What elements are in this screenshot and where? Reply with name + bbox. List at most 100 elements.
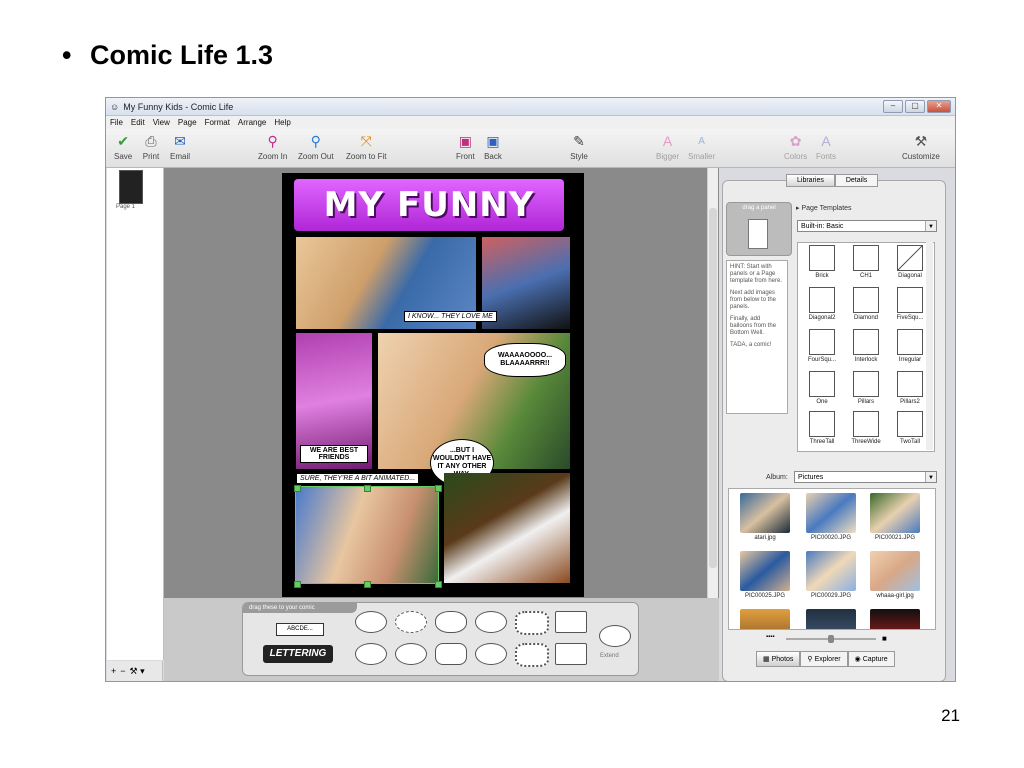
zoom-in-button[interactable]: ⚲ Zoom In	[258, 132, 287, 162]
comic-title[interactable]: MY FUNNY KIDS	[294, 179, 564, 277]
template-diamond[interactable]: Diamond	[844, 287, 888, 329]
template-one[interactable]: One	[800, 371, 844, 413]
minimize-button[interactable]: –	[883, 100, 903, 113]
hint-1: HINT: Start with panels or a Page templa…	[730, 264, 783, 284]
close-button[interactable]: ✕	[927, 100, 951, 113]
balloon-box[interactable]	[555, 611, 587, 633]
colors-button[interactable]: ✿ Colors	[784, 132, 807, 162]
balloon-burst-2[interactable]	[515, 643, 549, 667]
menu-format[interactable]: Format	[205, 118, 230, 127]
template-brick[interactable]: Brick	[800, 245, 844, 287]
thumbnail-size-slider[interactable]: ▪▪▪▪ ■	[766, 634, 896, 643]
selection-handle[interactable]	[435, 581, 442, 588]
template-threetall[interactable]: ThreeTall	[800, 411, 844, 451]
selection-handle[interactable]	[294, 581, 301, 588]
page-templates-label[interactable]: ▸ Page Templates	[796, 204, 852, 212]
hint-2: Next add images from below to the panels…	[730, 290, 777, 310]
template-pillars[interactable]: Pillars	[844, 371, 888, 413]
selection-handle[interactable]	[435, 485, 442, 492]
template-threewide[interactable]: ThreeWide	[844, 411, 888, 451]
balloon-burst[interactable]	[515, 611, 549, 635]
photo-partial-1[interactable]	[735, 609, 795, 629]
balloon-rounded-2[interactable]	[435, 643, 467, 665]
tab-capture[interactable]: ◉ Capture	[847, 651, 895, 667]
balloon-oval[interactable]	[355, 611, 387, 633]
template-ch1[interactable]: CH1	[844, 245, 888, 287]
chevron-down-icon: ▼	[925, 472, 936, 482]
bigger-button[interactable]: A Bigger	[656, 132, 679, 161]
page-thumbnail[interactable]	[119, 170, 143, 204]
front-button[interactable]: ▣ Front	[456, 132, 475, 162]
template-interlock[interactable]: Interlock	[844, 329, 888, 371]
photo-thumbnail	[740, 609, 790, 629]
slider-knob[interactable]	[828, 635, 834, 643]
canvas-scrollbar[interactable]	[707, 168, 718, 598]
template-diagonal2[interactable]: Diagonal2	[800, 287, 844, 329]
caption-1[interactable]: I KNOW... THEY LOVE ME	[404, 311, 497, 322]
balloon-cloud[interactable]	[475, 611, 507, 633]
camera-icon: ◉	[854, 656, 861, 663]
comic-page[interactable]: MY FUNNY KIDS I KNOW... THEY LOVE ME WAA…	[282, 173, 584, 597]
balloon-cloud-2[interactable]	[475, 643, 507, 665]
tab-details[interactable]: Details	[834, 174, 879, 187]
balloon-whisper[interactable]	[395, 611, 427, 633]
pillars2-icon	[897, 371, 923, 397]
save-button[interactable]: ✔ Save	[114, 132, 132, 162]
back-button[interactable]: ▣ Back	[484, 132, 502, 162]
tab-explorer[interactable]: ⚲ Explorer	[800, 651, 848, 667]
remove-page-button[interactable]: −	[120, 666, 125, 676]
page-tools-button[interactable]: ⚒ ▾	[130, 666, 145, 677]
photo-pic00029[interactable]: PIC00029.JPG	[801, 551, 861, 607]
photo-pic00020[interactable]: PIC00020.JPG	[801, 493, 861, 549]
menu-view[interactable]: View	[153, 118, 170, 127]
balloon-round-2[interactable]	[395, 643, 427, 665]
balloon-thought[interactable]	[435, 611, 467, 633]
comic-panel-6[interactable]	[444, 473, 570, 583]
drag-panel-tile[interactable]: drag a panel	[726, 202, 792, 256]
brick-icon	[809, 245, 835, 271]
template-foursquare[interactable]: FourSqu...	[800, 329, 844, 371]
photo-pic00021[interactable]: PIC00021.JPG	[865, 493, 925, 549]
maximize-button[interactable]: ▢	[905, 100, 925, 113]
menu-arrange[interactable]: Arrange	[238, 118, 266, 127]
menu-help[interactable]: Help	[274, 118, 290, 127]
photo-partial-2[interactable]	[801, 609, 861, 629]
hint-3: Finally, add balloons from the Bottom We…	[730, 316, 777, 336]
caption-2[interactable]: WE ARE BEST FRIENDS	[300, 445, 368, 463]
email-button[interactable]: ✉ Email	[170, 132, 190, 162]
menu-file[interactable]: File	[110, 118, 123, 127]
speech-bubble-1[interactable]: WAAAAOOOO... BLAAAARRR!!	[484, 343, 566, 377]
scrollbar-thumb[interactable]	[709, 208, 717, 568]
style-button[interactable]: ✎ Style	[570, 132, 588, 162]
print-button[interactable]: ⎙ Print	[142, 132, 160, 162]
photo-pic00025[interactable]: PIC00025.JPG	[735, 551, 795, 607]
lettering-item[interactable]: LETTERING	[263, 645, 333, 663]
one-icon	[809, 371, 835, 397]
customize-button[interactable]: ⚒ Customize	[902, 132, 940, 162]
smaller-button[interactable]: A Smaller	[688, 132, 715, 162]
text-caption-item[interactable]: ABCDE...	[276, 623, 324, 636]
fonts-button[interactable]: A Fonts	[816, 132, 836, 161]
photo-whaaa-girl[interactable]: whaaa-girl.jpg	[865, 551, 925, 607]
tab-photos[interactable]: ▦ Photos	[756, 651, 801, 667]
menu-page[interactable]: Page	[178, 118, 197, 127]
album-select[interactable]: Pictures ▼	[794, 471, 937, 483]
template-set-select[interactable]: Built-in: Basic ▼	[797, 220, 937, 232]
add-page-button[interactable]: +	[111, 666, 116, 676]
selection-handle[interactable]	[364, 581, 371, 588]
menu-bar: File Edit View Page Format Arrange Help	[106, 116, 955, 129]
photo-atari[interactable]: atari.jpg	[735, 493, 795, 549]
balloon-oval-2[interactable]	[355, 643, 387, 665]
extend-balloon[interactable]	[599, 625, 631, 647]
tab-libraries[interactable]: Libraries	[786, 174, 835, 187]
balloon-box-2[interactable]	[555, 643, 587, 665]
comic-panel-5-selected[interactable]	[295, 486, 439, 584]
selection-handle[interactable]	[364, 485, 371, 492]
zoom-to-fit-button[interactable]: ⤧ Zoom to Fit	[346, 132, 386, 162]
photo-partial-3[interactable]	[865, 609, 925, 629]
menu-edit[interactable]: Edit	[131, 118, 145, 127]
selection-handle[interactable]	[294, 485, 301, 492]
template-scrollbar[interactable]	[926, 242, 933, 450]
caption-3[interactable]: SURE, THEY'RE A BIT ANIMATED...	[296, 473, 420, 484]
zoom-out-button[interactable]: ⚲ Zoom Out	[298, 132, 334, 162]
